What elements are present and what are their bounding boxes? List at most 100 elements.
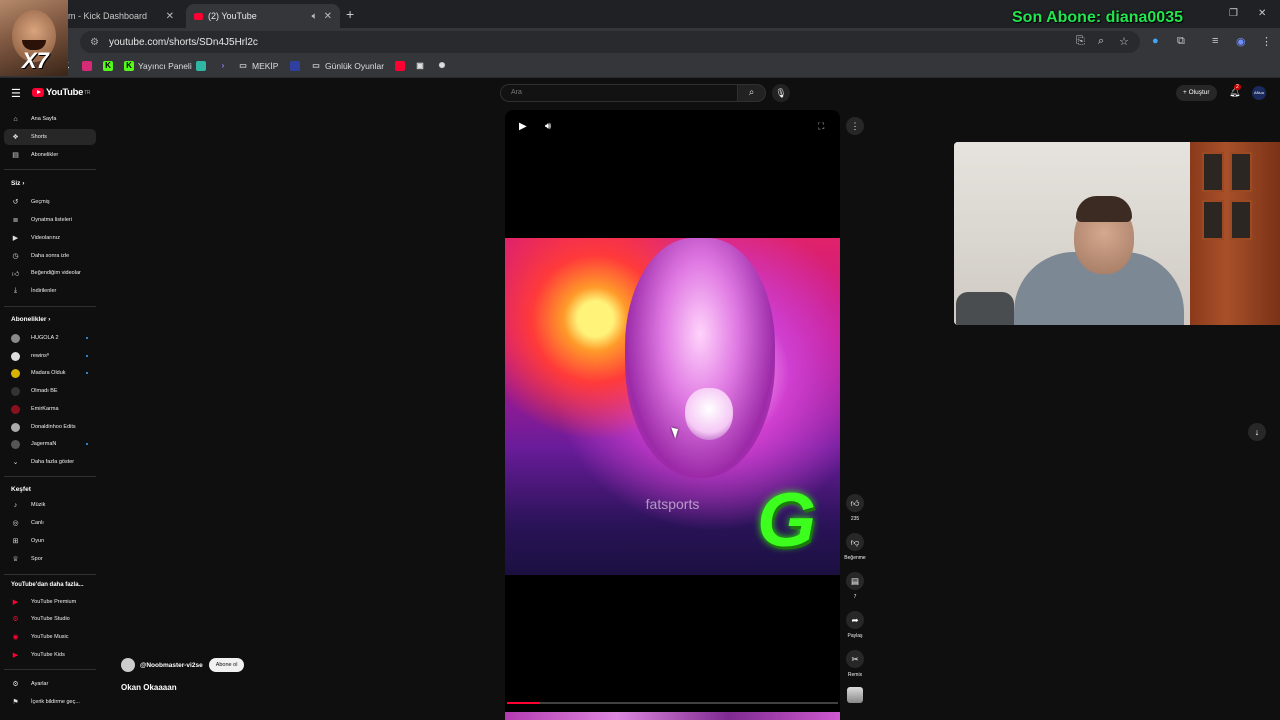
dislike-button[interactable]: 👎︎ Beğenme [840, 533, 870, 561]
install-icon[interactable]: ⎘ [1076, 35, 1085, 48]
tab-youtube[interactable]: (2) YouTube 🔈︎ ✕ [186, 4, 340, 28]
sidebar-item-show-more[interactable]: ⌄ Daha fazla göster [4, 454, 96, 470]
bookmark-yayinci-paneli[interactable]: K Yayıncı Paneli [124, 61, 192, 71]
sidebar-item-music[interactable]: ♪ Müzik [4, 497, 96, 513]
sidebar-item-subscription[interactable]: EmirKarma [4, 401, 96, 417]
sidebar-item-playlists[interactable]: ≣ Oynatma listeleri [4, 212, 96, 228]
sidebar-item-sports[interactable]: ♕ Spor [4, 551, 96, 567]
sidebar-item-live[interactable]: ◎ Canlı [4, 515, 96, 531]
divider [4, 669, 96, 670]
short-title[interactable]: Okan Okaaaan [121, 683, 177, 692]
gear-icon: ⚙︎ [12, 681, 19, 688]
like-button[interactable]: 👍︎ 235 [840, 494, 870, 522]
share-button[interactable]: ➦ Paylaş [840, 611, 870, 639]
sidebar-item-subscriptions[interactable]: ▤ Abonelikler [4, 147, 96, 163]
sidebar-item-watch-later[interactable]: ◷ Daha sonra izle [4, 248, 96, 264]
share-icon: ➦ [846, 611, 864, 629]
sidebar-item-liked-videos[interactable]: 👍︎ Beğendiğim videolar [4, 265, 96, 281]
section-you-header[interactable]: Siz › [11, 180, 24, 187]
star-icon[interactable]: ☆ [1119, 35, 1129, 48]
channel-name[interactable]: @Noobmaster-vi2se [140, 662, 203, 669]
sidebar-item-label: Donaldinhoo Edits [31, 424, 76, 430]
sidebar-item-subscription[interactable]: Madara Olduk [4, 365, 96, 381]
subscribe-button[interactable]: Abone ol [208, 658, 245, 672]
account-avatar[interactable]: ANuu [1252, 86, 1266, 100]
sidebar-item-subscription[interactable]: Donaldinhoo Edits [4, 419, 96, 435]
media-icon[interactable]: ≡ [1212, 35, 1218, 47]
shorts-player[interactable]: fatsports G ▶ 🔊︎ ⛶ [505, 110, 840, 720]
youtube-studio-icon: ⚙︎ [12, 616, 19, 623]
grid-icon[interactable] [290, 61, 304, 71]
sidebar-item-shorts[interactable]: ❖ Shorts [4, 129, 96, 145]
omnibox[interactable]: ⚙︎ youtube.com/shorts/SDn4J5Hrl2c [80, 31, 1140, 53]
profile-icon[interactable]: ◉ [1236, 35, 1246, 48]
video-mouth [685, 388, 733, 440]
zoom-icon[interactable]: ⌕ [1098, 35, 1104, 48]
restore-icon[interactable]: ❐ [1229, 8, 1238, 19]
fullscreen-icon[interactable]: ⛶ [818, 121, 824, 132]
channel-avatar [11, 351, 20, 361]
sidebar-item-settings[interactable]: ⚙︎ Ayarlar [4, 676, 96, 692]
sidebar-item-youtube-studio[interactable]: ⚙︎ YouTube Studio [4, 611, 96, 627]
extension-s-icon[interactable]: ● [1152, 35, 1159, 47]
sidebar-item-youtube-premium[interactable]: ▶ YouTube Premium [4, 594, 96, 610]
volume-icon[interactable]: 🔊︎ [545, 121, 551, 132]
dislike-label: Beğenme [844, 555, 866, 561]
chat-icon[interactable] [196, 61, 210, 71]
menu-kebab-icon[interactable]: ⋮ [1261, 35, 1272, 48]
download-icon: ⤓ [13, 287, 18, 294]
home-icon: ⌂ [13, 115, 18, 123]
search-input[interactable]: Ara [500, 84, 738, 102]
comments-button[interactable]: ▤ 7 [840, 572, 870, 600]
new-tab-button[interactable]: + [346, 6, 354, 22]
sidebar-item-downloads[interactable]: ⤓ İndirilenler [4, 283, 96, 299]
short-video-frame[interactable]: fatsports G [505, 238, 840, 575]
sidebar-item-youtube-kids[interactable]: ▶ YouTube Kids [4, 647, 96, 663]
voice-search-button[interactable]: 🎙︎ [772, 84, 790, 102]
more-options-button[interactable]: ⋮ [846, 117, 864, 135]
bookmark-gunluk-oyunlar[interactable]: ▭ Günlük Oyunlar [311, 61, 384, 71]
search-button[interactable]: ⌕ [738, 84, 766, 102]
kick-icon[interactable]: K [103, 61, 117, 71]
remix-icon: ✂︎ [846, 650, 864, 668]
hamburger-menu-icon[interactable]: ☰ [11, 87, 21, 100]
bookmark-mekip[interactable]: ▭ MEKİP [238, 61, 278, 71]
new-content-dot [86, 372, 88, 374]
sidebar-item-subscription[interactable]: rewinsº [4, 348, 96, 364]
notifications-button[interactable]: 🔔︎ 2 [1229, 84, 1241, 98]
sound-thumbnail [847, 687, 863, 703]
remix-button[interactable]: ✂︎ Remix [840, 650, 870, 678]
tab-kick-dashboard[interactable]: m - Kick Dashboard ✕ [60, 4, 182, 28]
sidebar-item-youtube-music[interactable]: ◉ YouTube Music [4, 629, 96, 645]
instagram-icon[interactable] [82, 61, 96, 71]
next-short-button[interactable]: ↓ [1248, 423, 1266, 441]
sidebar-item-report-history[interactable]: ⚑ İçerik bildirme geç... [4, 694, 96, 710]
sidebar-item-subscription[interactable]: JagermaN [4, 436, 96, 452]
puzzle-icon[interactable]: ⧉ [1177, 35, 1185, 48]
speaker-icon[interactable]: 🔈︎ [312, 11, 318, 22]
sidebar-item-subscription[interactable]: HUGOLA 2 [4, 330, 96, 346]
site-info-icon[interactable]: ⚙︎ [90, 37, 99, 48]
sidebar-item-your-videos[interactable]: ▶ Videolarınız [4, 230, 96, 246]
history-icon: ↺ [12, 199, 19, 206]
sidebar-item-gaming[interactable]: ⊞ Oyun [4, 533, 96, 549]
sidebar-item-history[interactable]: ↺ Geçmiş [4, 194, 96, 210]
openai-icon[interactable]: ✺ [437, 61, 451, 71]
channel-avatar[interactable] [121, 658, 135, 672]
close-icon[interactable]: ✕ [166, 11, 174, 22]
close-window-icon[interactable]: ✕ [1258, 8, 1266, 19]
section-subscriptions-header[interactable]: Abonelikler › [11, 316, 50, 323]
sidebar-item-subscription[interactable]: Olmadı BE [4, 383, 96, 399]
sidebar-item-home[interactable]: ⌂ Ana Sayfa [4, 111, 96, 127]
youtube-logo[interactable]: YouTube TR [32, 87, 91, 98]
youtube-icon[interactable] [395, 61, 409, 71]
image-icon[interactable]: ▣ [415, 61, 429, 71]
progress-bar[interactable] [507, 702, 838, 704]
sound-thumbnail-button[interactable] [840, 687, 870, 703]
door-window [1230, 200, 1252, 240]
play-icon[interactable]: ▶ [519, 121, 527, 132]
share-label: Paylaş [847, 633, 863, 639]
create-button[interactable]: + Oluştur [1176, 85, 1217, 101]
arrow-icon[interactable]: › [218, 61, 232, 71]
close-icon[interactable]: ✕ [324, 11, 332, 22]
